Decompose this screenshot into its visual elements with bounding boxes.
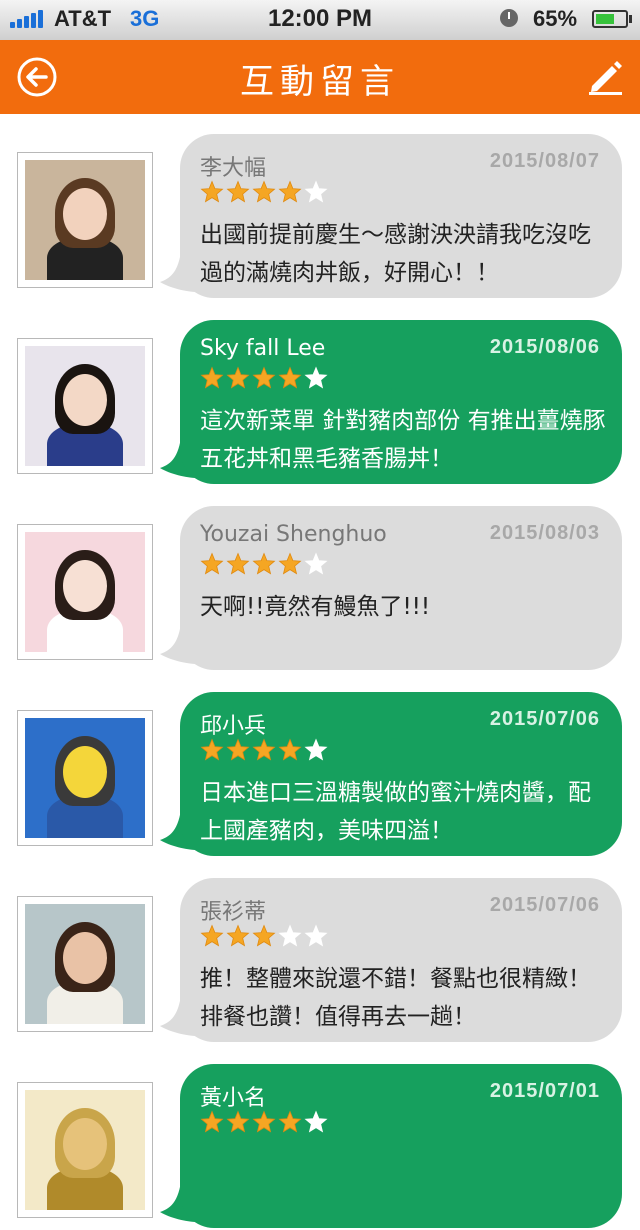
commenter-name: 張衫蒂: [200, 900, 267, 925]
comment-bubble[interactable]: 黃小名 2015/07/01: [180, 1064, 622, 1228]
write-comment-button[interactable]: [586, 58, 624, 96]
comment-date: 2015/07/06: [489, 894, 600, 916]
star-rating: [200, 924, 328, 948]
star-filled-icon: [252, 366, 276, 389]
avatar[interactable]: [17, 152, 153, 288]
star-filled-icon: [200, 552, 224, 575]
star-empty-icon: [304, 180, 328, 203]
comment-date: 2015/08/03: [489, 522, 600, 544]
battery-tip: [629, 15, 632, 23]
star-filled-icon: [278, 738, 302, 761]
star-filled-icon: [200, 738, 224, 761]
star-empty-icon: [304, 924, 328, 947]
avatar[interactable]: [17, 710, 153, 846]
comment-date: 2015/08/07: [489, 150, 600, 172]
alarm-clock-icon: [500, 9, 518, 27]
comment-row[interactable]: Youzai Shenghuo 2015/08/03 天啊!!竟然有鰻魚了!!!: [0, 486, 640, 672]
star-filled-icon: [252, 180, 276, 203]
star-filled-icon: [252, 924, 276, 947]
comment-text: 推！整體來說還不錯！餐點也很精緻！排餐也讚！值得再去一趟！: [200, 966, 591, 1030]
avatar[interactable]: [17, 896, 153, 1032]
star-rating: [200, 366, 328, 390]
comment-text: 日本進口三溫糖製做的蜜汁燒肉醬，配上國產豬肉，美味四溢！: [200, 780, 591, 844]
star-filled-icon: [200, 924, 224, 947]
star-filled-icon: [226, 924, 250, 947]
nav-header: 互動留言: [0, 40, 640, 114]
commenter-name: 黃小名: [200, 1086, 267, 1111]
comment-date: 2015/08/06: [489, 336, 600, 358]
star-filled-icon: [200, 1110, 224, 1133]
star-filled-icon: [226, 738, 250, 761]
star-filled-icon: [226, 552, 250, 575]
star-rating: [200, 552, 328, 576]
avatar-image: [25, 1090, 145, 1210]
comment-row[interactable]: Sky fall Lee 2015/08/06 這次新菜單 針對豬肉部份 有推出薑燒…: [0, 300, 640, 486]
star-filled-icon: [278, 1110, 302, 1133]
comment-text: 出國前提前慶生～感謝泱泱請我吃沒吃過的滿燒肉丼飯，好開心！！: [200, 222, 591, 286]
commenter-name: 李大幅: [200, 156, 267, 181]
star-filled-icon: [226, 1110, 250, 1133]
star-filled-icon: [252, 1110, 276, 1133]
star-empty-icon: [304, 552, 328, 575]
comment-row[interactable]: 邱小兵 2015/07/06 日本進口三溫糖製做的蜜汁燒肉醬，配上國產豬肉，美味四溢…: [0, 672, 640, 858]
star-empty-icon: [304, 738, 328, 761]
comment-row[interactable]: 張衫蒂 2015/07/06 推！整體來說還不錯！餐點也很精緻！排餐也讚！值得再去一…: [0, 858, 640, 1044]
comment-text: 天啊!!竟然有鰻魚了!!!: [200, 594, 431, 620]
comment-bubble[interactable]: 張衫蒂 2015/07/06 推！整體來說還不錯！餐點也很精緻！排餐也讚！值得再去一…: [180, 878, 622, 1042]
avatar-image: [25, 532, 145, 652]
star-filled-icon: [200, 366, 224, 389]
star-empty-icon: [278, 924, 302, 947]
comment-bubble[interactable]: Youzai Shenghuo 2015/08/03 天啊!!竟然有鰻魚了!!!: [180, 506, 622, 670]
avatar-image: [25, 346, 145, 466]
avatar-image: [25, 718, 145, 838]
star-filled-icon: [278, 180, 302, 203]
page-title: 互動留言: [240, 62, 400, 102]
star-filled-icon: [226, 180, 250, 203]
comment-bubble[interactable]: 邱小兵 2015/07/06 日本進口三溫糖製做的蜜汁燒肉醬，配上國產豬肉，美味四溢…: [180, 692, 622, 856]
star-filled-icon: [226, 366, 250, 389]
commenter-name: Sky fall Lee: [200, 336, 326, 361]
comment-bubble[interactable]: Sky fall Lee 2015/08/06 這次新菜單 針對豬肉部份 有推出薑燒…: [180, 320, 622, 484]
star-empty-icon: [304, 366, 328, 389]
battery-percent: 65%: [533, 6, 578, 31]
star-filled-icon: [278, 366, 302, 389]
comment-text: 這次新菜單 針對豬肉部份 有推出薑燒豚五花丼和黑毛豬香腸丼！: [200, 408, 606, 472]
status-bar: AT&T 3G 12:00 PM 65%: [0, 0, 640, 40]
commenter-name: 邱小兵: [200, 714, 267, 739]
avatar-image: [25, 904, 145, 1024]
comment-bubble[interactable]: 李大幅 2015/08/07 出國前提前慶生～感謝泱泱請我吃沒吃過的滿燒肉丼飯，好開…: [180, 134, 622, 298]
comment-row[interactable]: 黃小名 2015/07/01: [0, 1044, 640, 1230]
star-rating: [200, 1110, 328, 1134]
commenter-name: Youzai Shenghuo: [200, 522, 387, 547]
star-filled-icon: [252, 738, 276, 761]
star-filled-icon: [252, 552, 276, 575]
avatar[interactable]: [17, 338, 153, 474]
star-filled-icon: [278, 552, 302, 575]
comment-date: 2015/07/01: [489, 1080, 600, 1102]
avatar[interactable]: [17, 524, 153, 660]
star-rating: [200, 180, 328, 204]
battery-icon: [592, 10, 628, 28]
comment-date: 2015/07/06: [489, 708, 600, 730]
avatar[interactable]: [17, 1082, 153, 1218]
comment-row[interactable]: 李大幅 2015/08/07 出國前提前慶生～感謝泱泱請我吃沒吃過的滿燒肉丼飯，好開…: [0, 114, 640, 300]
avatar-image: [25, 160, 145, 280]
star-filled-icon: [200, 180, 224, 203]
pencil-icon: [589, 61, 622, 95]
star-empty-icon: [304, 1110, 328, 1133]
star-rating: [200, 738, 328, 762]
